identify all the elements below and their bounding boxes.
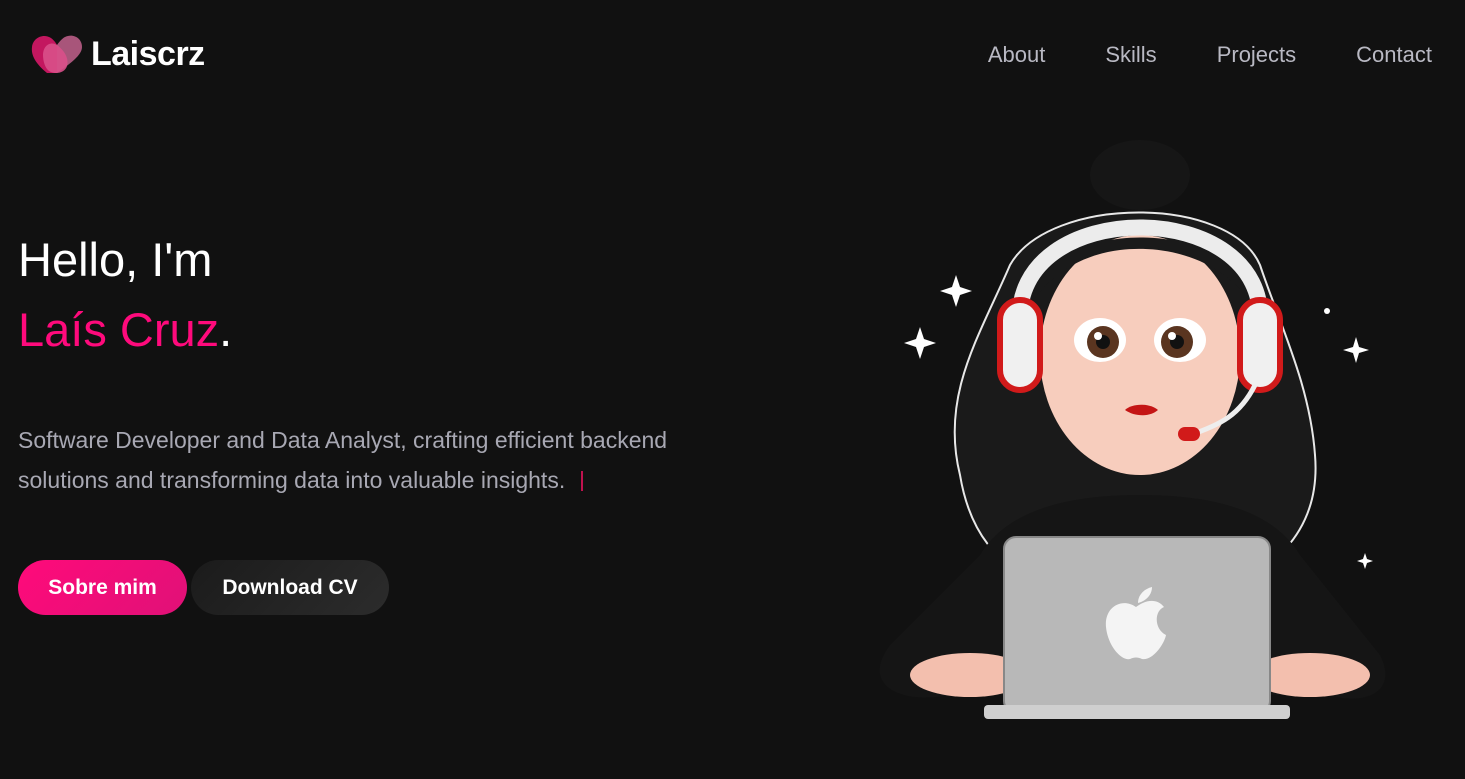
name-period: . [219,303,233,356]
nav-about[interactable]: About [988,42,1046,68]
nav-skills[interactable]: Skills [1105,42,1156,68]
download-cv-button[interactable]: Download CV [191,560,389,615]
hero-name: Laís Cruz. [18,302,232,357]
description-text: Software Developer and Data Analyst, cra… [18,427,668,493]
greeting: Hello, I'm [18,233,213,286]
typing-cursor [581,471,584,491]
about-me-button[interactable]: Sobre mim [18,560,187,615]
avatar-illustration [879,140,1386,719]
hero-description: Software Developer and Data Analyst, cra… [18,420,738,500]
nav-contact[interactable]: Contact [1356,42,1432,68]
main-nav: About Skills Projects Contact [988,42,1432,68]
heart-icon [31,35,82,74]
logo-text: Laiscrz [91,34,205,73]
name-text: Laís Cruz [18,303,220,356]
hero-actions: Sobre mim Download CV [18,560,389,615]
nav-projects[interactable]: Projects [1217,42,1296,68]
logo[interactable]: Laiscrz [31,33,205,75]
